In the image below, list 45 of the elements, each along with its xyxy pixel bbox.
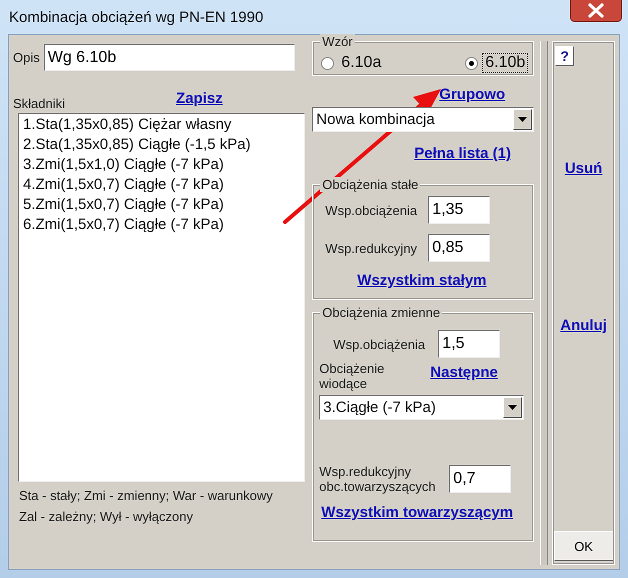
dropdown-arrow-icon — [518, 117, 528, 122]
apply-accompanying-link[interactable]: Wszystkim towarzyszącym — [321, 504, 514, 521]
group-link[interactable]: Grupowo — [439, 86, 506, 103]
help-button[interactable]: ? — [555, 46, 574, 66]
dropdown-arrow-icon — [508, 405, 518, 410]
factor-field[interactable]: 1,35 — [428, 196, 490, 224]
radio-option[interactable]: 6.10a — [321, 54, 384, 72]
components-list[interactable]: 1.Sta(1,35x0,85) Ciężar własny 2.Sta(1,35x0,85) Ciągłe (-1,5 kPa) 3.Zmi(1,5x1,0) Ciągłe (-7 kPa) 4.Zmi(1,5x0,7) Ciągłe (-7 kPa) 5.Zmi(1,5x0,7) Ciągłe (-7 kPa) 6.Zmi(1,5x0,7) Ciągłe (-7 kPa) — [18, 113, 306, 482]
leading-load-dropdown[interactable]: 3.Ciągłe (-7 kPa) — [319, 395, 524, 420]
delete-link[interactable]: Usuń — [564, 160, 602, 177]
field-label: Obciążenie wiodące — [319, 361, 386, 391]
legend-text: Sta - stały; Zmi - zmienny; War - warunkowy — [19, 488, 274, 503]
field-label: Wsp.redukcyjny — [325, 240, 418, 256]
next-link[interactable]: Następne — [430, 364, 498, 381]
window-title: Kombinacja obciążeń wg PN-EN 1990 — [9, 8, 264, 26]
list-item[interactable]: 5.Zmi(1,5x0,7) Ciągłe (-7 kPa) — [23, 195, 300, 215]
save-link[interactable]: Zapisz — [176, 90, 223, 106]
list-item[interactable]: 4.Zmi(1,5x0,7) Ciągłe (-7 kPa) — [23, 175, 300, 195]
factor-field[interactable]: 0,85 — [428, 234, 490, 262]
apply-permanent-link[interactable]: Wszystkim stałym — [357, 272, 487, 289]
factor-field[interactable]: 1,5 — [438, 330, 500, 358]
radio-option[interactable]: 6.10b — [465, 54, 528, 72]
full-list-link[interactable]: Pełna lista (1) — [414, 145, 511, 162]
combination-dropdown[interactable]: Nowa kombinacja — [312, 107, 534, 132]
legend-text: Zal - zależny; Wył - wyłączony — [19, 509, 194, 524]
close-icon[interactable] — [570, 0, 622, 22]
field-label: Wsp.obciążenia — [333, 336, 426, 352]
group-label: Obciążenia stałe — [322, 177, 418, 192]
group-label: Wzór — [322, 34, 353, 49]
field-label: Wsp.obciążenia — [325, 202, 418, 218]
list-item[interactable]: 2.Sta(1,35x0,85) Ciągłe (-1,5 kPa) — [23, 135, 300, 155]
list-label: Składniki — [13, 96, 66, 110]
group-label: Obciążenia zmienne — [322, 305, 440, 320]
factor-field[interactable]: 0,7 — [449, 465, 512, 493]
splitter-bar[interactable] — [540, 41, 548, 565]
ok-button[interactable]: OK — [554, 531, 614, 561]
list-item[interactable]: 1.Sta(1,35x0,85) Ciężar własny — [23, 115, 300, 135]
cancel-link[interactable]: Anuluj — [560, 317, 607, 334]
field-label: Wsp.redukcyjny obc.towarzyszących — [319, 464, 437, 494]
radio-button[interactable] — [321, 56, 334, 70]
field-label: Opis — [13, 50, 40, 65]
radio-button[interactable] — [465, 56, 478, 70]
description-field[interactable]: Wg 6.10b — [44, 44, 295, 71]
list-item[interactable]: 3.Zmi(1,5x1,0) Ciągłe (-7 kPa) — [23, 155, 300, 175]
list-item[interactable]: 6.Zmi(1,5x0,7) Ciągłe (-7 kPa) — [23, 215, 300, 235]
